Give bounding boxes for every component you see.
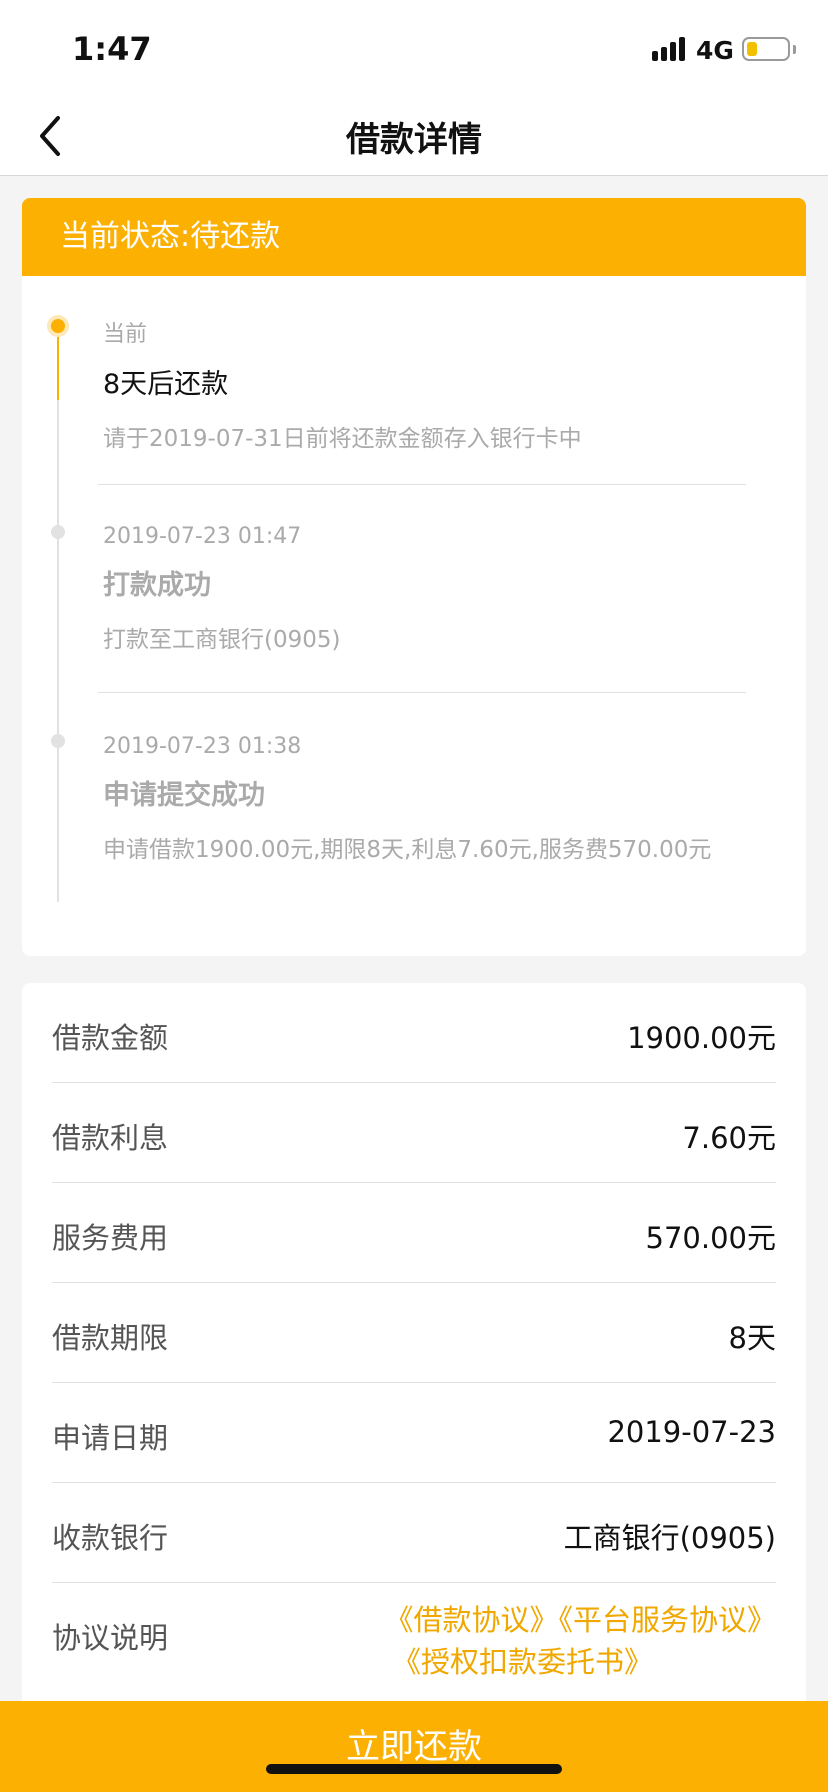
timeline-event-submitted: 2019-07-23 01:38 申请提交成功 申请借款1900.00元,期限8…	[103, 734, 763, 864]
detail-value: 2019-07-23	[607, 1415, 776, 1449]
network-type: 4G	[696, 36, 734, 65]
platform-service-agreement-link[interactable]: 《平台服务协议》	[558, 1603, 776, 1637]
divider	[98, 484, 746, 485]
status-bar: 1:47 4G	[0, 0, 828, 96]
detail-label: 借款利息	[52, 1121, 169, 1155]
detail-row-service-fee: 服务费用 570.00元	[52, 1183, 776, 1283]
deduction-authorization-link[interactable]: 《授权扣款委托书》	[356, 1641, 776, 1683]
detail-label: 借款期限	[52, 1321, 169, 1355]
detail-row-interest: 借款利息 7.60元	[52, 1083, 776, 1183]
detail-label: 协议说明	[52, 1621, 169, 1655]
detail-value: 570.00元	[645, 1221, 776, 1255]
loan-details-card: 借款金额 1900.00元 借款利息 7.60元 服务费用 570.00元 借款…	[22, 983, 806, 1703]
loan-agreement-link[interactable]: 《借款协议》	[384, 1603, 558, 1637]
event-desc: 请于2019-07-31日前将还款金额存入银行卡中	[103, 426, 582, 452]
event-time: 2019-07-23 01:47	[103, 524, 302, 549]
detail-row-bank: 收款银行 工商银行(0905)	[52, 1483, 776, 1583]
status-card: 当前状态:待还款 当前 8天后还款 请于2019-07-31日前将还款金额存入银…	[22, 198, 806, 956]
detail-row-apply-date: 申请日期 2019-07-23	[52, 1383, 776, 1483]
detail-label: 申请日期	[52, 1421, 169, 1455]
detail-row-term: 借款期限 8天	[52, 1283, 776, 1383]
event-time: 2019-07-23 01:38	[103, 734, 302, 759]
event-title: 8天后还款	[103, 369, 229, 400]
divider	[98, 692, 746, 693]
timeline-line	[57, 326, 59, 902]
event-title: 打款成功	[103, 570, 211, 601]
event-title: 申请提交成功	[103, 780, 265, 811]
detail-label: 收款银行	[52, 1521, 169, 1555]
page-title: 借款详情	[346, 120, 482, 160]
current-status-header: 当前状态:待还款	[22, 198, 806, 276]
event-desc: 申请借款1900.00元,期限8天,利息7.60元,服务费570.00元	[103, 837, 712, 863]
detail-value: 8天	[728, 1321, 776, 1355]
timeline-event-disbursed: 2019-07-23 01:47 打款成功 打款至工商银行(0905)	[103, 524, 763, 654]
battery-icon	[742, 37, 790, 61]
clock: 1:47	[72, 30, 152, 68]
detail-row-agreements: 协议说明 《借款协议》《平台服务协议》 《授权扣款委托书》	[52, 1583, 776, 1683]
detail-label: 借款金额	[52, 1021, 169, 1055]
timeline-dot-submitted	[51, 734, 65, 748]
agreement-links: 《借款协议》《平台服务协议》 《授权扣款委托书》	[356, 1599, 776, 1683]
event-time: 当前	[103, 322, 148, 347]
timeline-dot-current	[51, 319, 65, 333]
detail-value: 7.60元	[682, 1121, 776, 1155]
detail-row-amount: 借款金额 1900.00元	[52, 983, 776, 1083]
detail-label: 服务费用	[52, 1221, 169, 1255]
detail-value: 1900.00元	[627, 1021, 776, 1055]
detail-value: 工商银行(0905)	[563, 1521, 776, 1555]
repay-now-button[interactable]: 立即还款	[0, 1701, 828, 1792]
event-desc: 打款至工商银行(0905)	[103, 627, 341, 653]
timeline-event-current: 当前 8天后还款 请于2019-07-31日前将还款金额存入银行卡中	[103, 316, 763, 453]
signal-icon	[652, 35, 688, 61]
timeline-dot-disbursed	[51, 525, 65, 539]
nav-bar: 借款详情	[0, 96, 828, 176]
battery-cap	[793, 45, 796, 54]
home-indicator	[266, 1764, 562, 1774]
timeline-active-line	[57, 326, 59, 400]
